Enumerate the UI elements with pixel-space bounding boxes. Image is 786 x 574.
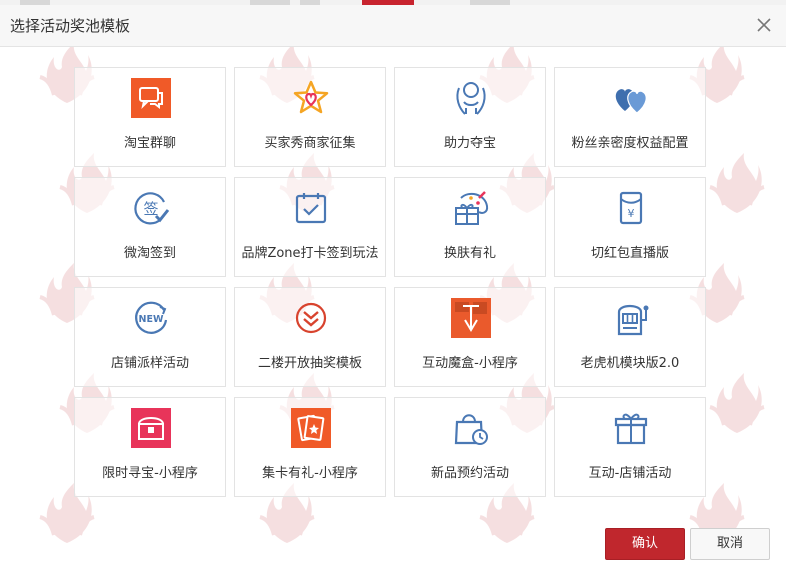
chevrons-down-icon [291, 298, 331, 338]
template-label: 店铺派样活动 [110, 356, 189, 371]
star-heart-icon [291, 78, 331, 118]
close-icon[interactable] [754, 15, 774, 35]
template-label: 微淘签到 [123, 246, 176, 261]
watermark-logo [700, 147, 774, 221]
confirm-button[interactable]: 确认 [605, 528, 685, 560]
template-label: 互动-店铺活动 [588, 466, 672, 481]
svg-text:签: 签 [143, 200, 158, 218]
template-label: 换肤有礼 [443, 246, 496, 261]
collect-card-icon [291, 408, 331, 448]
calendar-check-icon [291, 188, 331, 228]
template-card[interactable]: 老虎机模块版2.0 [554, 287, 706, 387]
dialog-header: 选择活动奖池模板 [0, 5, 786, 47]
dialog-title: 选择活动奖池模板 [10, 17, 131, 35]
template-card[interactable]: NEW 店铺派样活动 [74, 287, 226, 387]
raised-hands-icon [451, 78, 491, 118]
svg-text:NEW: NEW [139, 314, 164, 325]
template-card[interactable]: 集卡有礼-小程序 [234, 397, 386, 497]
template-card[interactable]: 新品预约活动 [394, 397, 546, 497]
chat-bubble-icon [131, 78, 171, 118]
template-card[interactable]: 换肤有礼 [394, 177, 546, 277]
new-badge-icon: NEW [131, 298, 171, 338]
template-grid: 淘宝群聊 买家秀商家征集 助力夺宝 粉丝亲密度权益配置 签 微淘签到 品牌Zon… [74, 67, 706, 497]
template-label: 互动魔盒-小程序 [422, 356, 518, 371]
template-label: 助力夺宝 [443, 136, 496, 151]
svg-text:¥: ¥ [628, 207, 635, 220]
shopping-bag-clock-icon [451, 408, 491, 448]
template-label: 集卡有礼-小程序 [262, 466, 358, 481]
template-card[interactable]: 互动魔盒-小程序 [394, 287, 546, 387]
gift-box-icon [611, 408, 651, 448]
template-card[interactable]: 签 微淘签到 [74, 177, 226, 277]
treasure-chest-icon [131, 408, 171, 448]
palette-gift-icon [451, 188, 491, 228]
template-label: 二楼开放抽奖模板 [257, 356, 362, 371]
slot-machine-icon [611, 298, 651, 338]
template-card[interactable]: 品牌Zone打卡签到玩法 [234, 177, 386, 277]
template-card[interactable]: ¥ 切红包直播版 [554, 177, 706, 277]
magic-box-icon [451, 298, 491, 338]
template-label: 老虎机模块版2.0 [580, 356, 680, 371]
template-card[interactable]: 限时寻宝-小程序 [74, 397, 226, 497]
template-label: 粉丝亲密度权益配置 [571, 136, 689, 151]
template-card[interactable]: 互动-店铺活动 [554, 397, 706, 497]
template-label: 切红包直播版 [590, 246, 669, 261]
template-label: 限时寻宝-小程序 [102, 466, 198, 481]
template-card[interactable]: 买家秀商家征集 [234, 67, 386, 167]
cancel-button[interactable]: 取消 [690, 528, 770, 560]
watermark-logo [700, 367, 774, 441]
template-label: 品牌Zone打卡签到玩法 [241, 246, 379, 261]
template-card[interactable]: 淘宝群聊 [74, 67, 226, 167]
template-card[interactable]: 二楼开放抽奖模板 [234, 287, 386, 387]
red-packet-icon: ¥ [611, 188, 651, 228]
template-label: 新品预约活动 [430, 466, 509, 481]
template-card[interactable]: 粉丝亲密度权益配置 [554, 67, 706, 167]
template-card[interactable]: 助力夺宝 [394, 67, 546, 167]
two-hearts-icon [611, 78, 651, 118]
template-label: 淘宝群聊 [123, 136, 176, 151]
sign-check-icon: 签 [131, 188, 171, 228]
template-label: 买家秀商家征集 [264, 136, 356, 151]
